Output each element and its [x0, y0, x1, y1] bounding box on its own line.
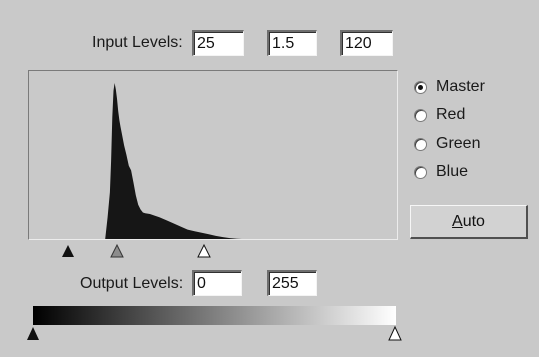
radio-button-icon[interactable]	[414, 137, 427, 151]
input-black-slider-handle[interactable]	[62, 245, 74, 257]
auto-button[interactable]: Auto	[410, 205, 528, 239]
output-white-slider-handle[interactable]	[388, 325, 402, 341]
radio-green[interactable]: Green	[414, 133, 480, 155]
radio-button-icon[interactable]	[414, 165, 427, 179]
radio-red[interactable]: Red	[414, 104, 465, 126]
input-gamma-field[interactable]	[267, 30, 317, 56]
radio-button-icon[interactable]	[414, 80, 427, 94]
radio-label-green: Green	[436, 135, 481, 152]
output-levels-slider[interactable]	[22, 324, 412, 342]
radio-label-blue: Blue	[436, 163, 469, 180]
auto-button-label-rest: uto	[462, 212, 485, 230]
output-levels-label: Output Levels:	[80, 275, 184, 292]
input-white-slider-handle[interactable]	[197, 243, 211, 258]
radio-label-red: Red	[436, 106, 466, 123]
auto-button-mnemonic: A	[452, 212, 463, 230]
radio-master[interactable]: Master	[414, 76, 485, 98]
input-white-field[interactable]	[340, 30, 393, 56]
input-black-field[interactable]	[192, 30, 244, 56]
output-white-field[interactable]	[267, 270, 317, 296]
radio-blue[interactable]: Blue	[414, 161, 468, 183]
histogram-area	[77, 83, 377, 239]
input-levels-label: Input Levels:	[92, 34, 183, 51]
radio-label-master: Master	[436, 78, 485, 95]
radio-button-icon[interactable]	[414, 108, 427, 122]
input-gamma-slider-handle[interactable]	[110, 243, 124, 258]
output-gradient-bar	[33, 306, 396, 325]
output-black-field[interactable]	[192, 270, 242, 296]
input-levels-slider[interactable]	[28, 242, 398, 262]
histogram-chart	[77, 83, 377, 239]
histogram-panel	[28, 70, 398, 240]
output-black-slider-handle[interactable]	[27, 327, 39, 340]
